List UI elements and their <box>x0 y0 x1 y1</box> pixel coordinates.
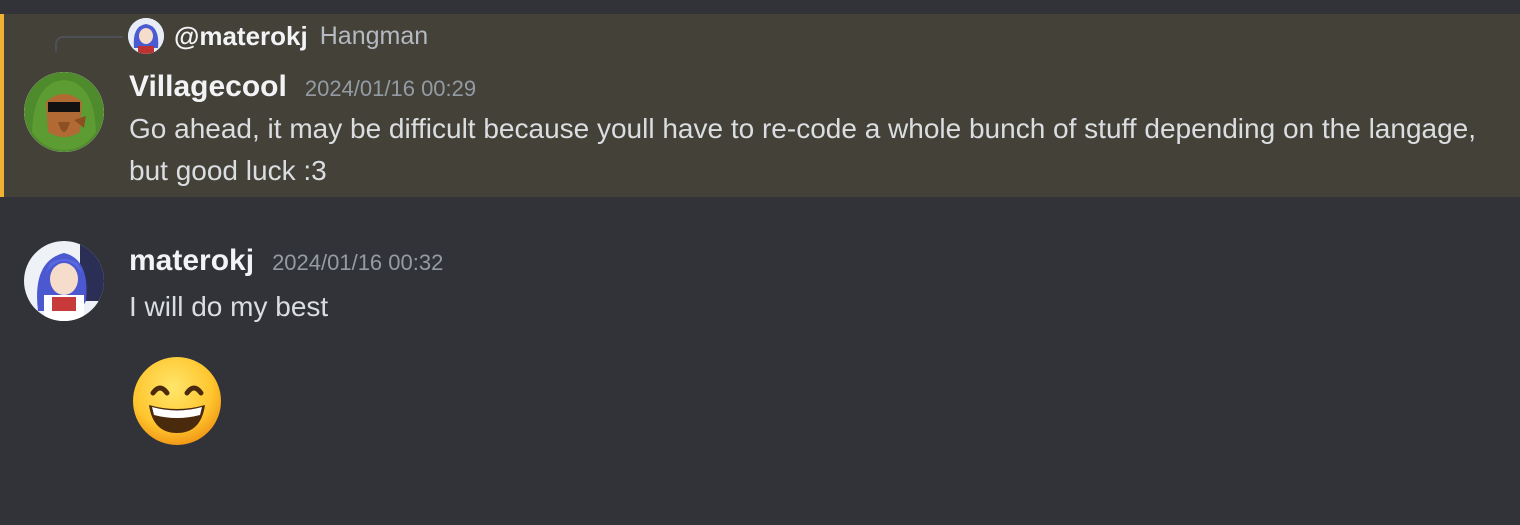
reply-author-mention[interactable]: @materokj <box>174 21 308 52</box>
villagecool-avatar-icon[interactable] <box>24 72 104 152</box>
villagecool-username[interactable]: Villagecool <box>129 70 287 104</box>
materokj-message-header: materokj 2024/01/16 00:32 <box>129 244 443 278</box>
chat-message-list: @materokj Hangman Villagecool 2024/01/16… <box>0 0 1520 525</box>
reply-avatar-icon[interactable] <box>128 18 164 54</box>
reply-reference[interactable]: @materokj Hangman <box>128 18 428 54</box>
materokj-username[interactable]: materokj <box>129 244 254 278</box>
villagecool-message-text: Go ahead, it may be difficult because yo… <box>129 113 1477 186</box>
materokj-message-text: I will do my best <box>129 291 329 322</box>
reply-preview-text[interactable]: Hangman <box>320 22 428 51</box>
reply-spine-line <box>55 36 123 52</box>
villagecool-timestamp[interactable]: 2024/01/16 00:29 <box>305 76 476 102</box>
materokj-avatar-icon[interactable] <box>24 241 104 321</box>
grinning-face-emoji-icon[interactable] <box>131 355 223 447</box>
materokj-timestamp[interactable]: 2024/01/16 00:32 <box>272 250 443 276</box>
villagecool-message-header: Villagecool 2024/01/16 00:29 <box>129 70 476 104</box>
